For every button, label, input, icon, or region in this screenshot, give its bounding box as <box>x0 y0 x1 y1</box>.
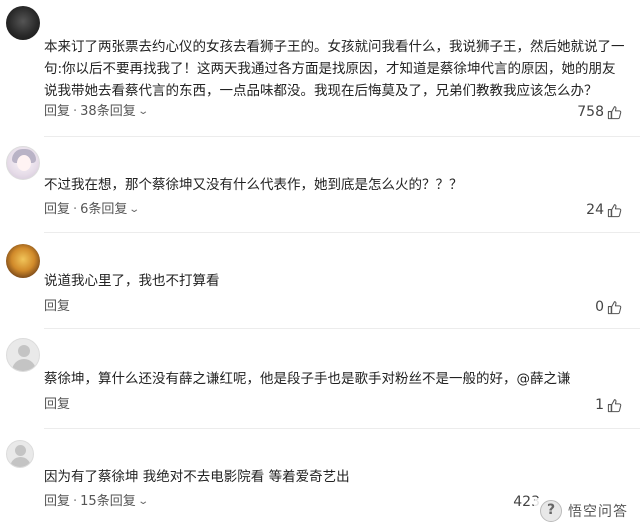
replies-count-link[interactable]: 15条回复 <box>80 492 136 512</box>
like-count: 24 <box>586 202 604 218</box>
thumbs-up-icon <box>607 300 622 314</box>
meta-separator: · <box>73 104 78 119</box>
like-count: 1 <box>595 397 604 413</box>
watermark: 悟空问答 <box>534 498 634 524</box>
reply-button[interactable]: 回复 <box>44 102 70 122</box>
like-count: 758 <box>577 104 604 120</box>
thumbs-up-icon <box>607 105 622 119</box>
reply-button[interactable]: 回复 <box>44 200 70 220</box>
comment-meta: 回复 · 6条回复 ⌄ <box>44 200 141 220</box>
avatar[interactable] <box>6 440 34 468</box>
watermark-text: 悟空问答 <box>568 504 628 520</box>
divider <box>44 328 640 329</box>
reply-button[interactable]: 回复 <box>44 492 70 512</box>
like-button[interactable]: 758 <box>577 102 622 122</box>
reply-button[interactable]: 回复 <box>44 297 70 317</box>
replies-count-link[interactable]: 6条回复 <box>80 200 127 220</box>
comment-text: 不过我在想，那个蔡徐坤又没有什么代表作，她到底是怎么火的？？？ <box>44 177 463 193</box>
chevron-down-icon[interactable]: ⌄ <box>137 102 149 122</box>
reply-button[interactable]: 回复 <box>44 395 70 415</box>
replies-count-link[interactable]: 38条回复 <box>80 102 136 122</box>
comment-meta: 回复 <box>44 297 70 317</box>
thumbs-up-icon <box>607 203 622 217</box>
comment-meta: 回复 · 38条回复 ⌄ <box>44 102 149 122</box>
avatar[interactable] <box>6 146 40 180</box>
comment-text: 蔡徐坤，算什么还没有薛之谦红呢，他是段子手也是歌手对粉丝不是一般的好，@薛之谦 <box>44 371 571 387</box>
divider <box>44 232 640 233</box>
comment-text: 说道我心里了，我也不打算看 <box>44 273 220 289</box>
divider <box>44 136 640 137</box>
wukong-logo-icon <box>540 500 562 522</box>
divider <box>44 428 640 429</box>
like-button[interactable]: 24 <box>586 200 622 220</box>
like-button[interactable]: 0 <box>595 297 622 317</box>
avatar[interactable] <box>6 244 40 278</box>
comment-text: 因为有了蔡徐坤 我绝对不去电影院看 等着爱奇艺出 <box>44 469 350 485</box>
chevron-down-icon[interactable]: ⌄ <box>137 492 149 512</box>
comment-text: 本来订了两张票去约心仪的女孩去看狮子王的。女孩就问我看什么，我说狮子王，然后她就… <box>44 39 625 99</box>
chevron-down-icon[interactable]: ⌄ <box>129 200 141 220</box>
comment-meta: 回复 <box>44 395 70 415</box>
like-button[interactable]: 1 <box>595 395 622 415</box>
like-count: 0 <box>595 299 604 315</box>
comment-meta: 回复 · 15条回复 ⌄ <box>44 492 149 512</box>
meta-separator: · <box>73 494 78 509</box>
meta-separator: · <box>73 202 78 217</box>
thumbs-up-icon <box>607 398 622 412</box>
avatar[interactable] <box>6 338 40 372</box>
avatar[interactable] <box>6 6 40 40</box>
